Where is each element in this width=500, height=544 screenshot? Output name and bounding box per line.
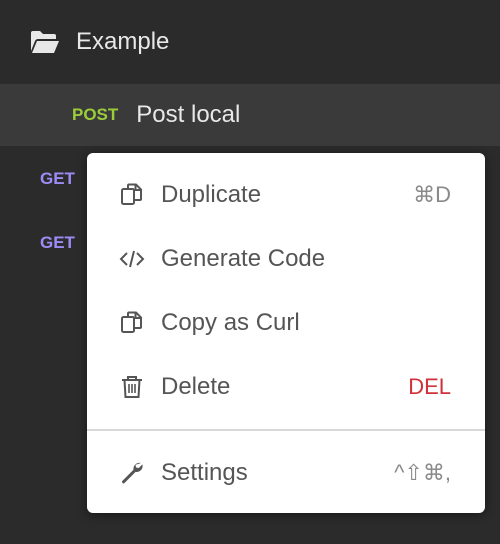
code-icon [119,246,145,272]
request-name: Post local [136,101,241,128]
menu-item-copy-as-curl[interactable]: Copy as Curl [87,291,485,355]
method-badge: GET [40,169,75,188]
menu-item-label: Generate Code [161,245,326,272]
sidebar: Example POST Post local GET GET Duplicat… [0,0,500,544]
menu-item-label: Copy as Curl [161,309,300,336]
request-row-post-local[interactable]: POST Post local [0,84,500,146]
menu-item-label: Delete [161,373,231,400]
copy-icon [119,310,145,336]
menu-item-shortcut: DEL [408,374,451,399]
trash-icon [119,374,145,400]
folder-open-icon [31,31,59,53]
context-menu: Duplicate ⌘D Generate Code Copy as Curl … [87,153,485,513]
menu-item-duplicate[interactable]: Duplicate ⌘D [87,163,485,227]
menu-item-settings[interactable]: Settings ^⇧⌘, [87,441,485,505]
duplicate-icon [119,182,145,208]
folder-label: Example [76,28,170,55]
method-badge: GET [40,233,75,252]
menu-divider [87,429,485,431]
folder-row-example[interactable]: Example [0,0,500,84]
menu-item-generate-code[interactable]: Generate Code [87,227,485,291]
method-badge: POST [72,105,119,124]
menu-item-shortcut: ^⇧⌘, [394,460,451,485]
menu-item-shortcut: ⌘D [413,182,451,207]
wrench-icon [119,460,145,486]
menu-item-delete[interactable]: Delete DEL [87,355,485,419]
menu-item-label: Settings [161,459,248,486]
menu-item-label: Duplicate [161,181,262,208]
